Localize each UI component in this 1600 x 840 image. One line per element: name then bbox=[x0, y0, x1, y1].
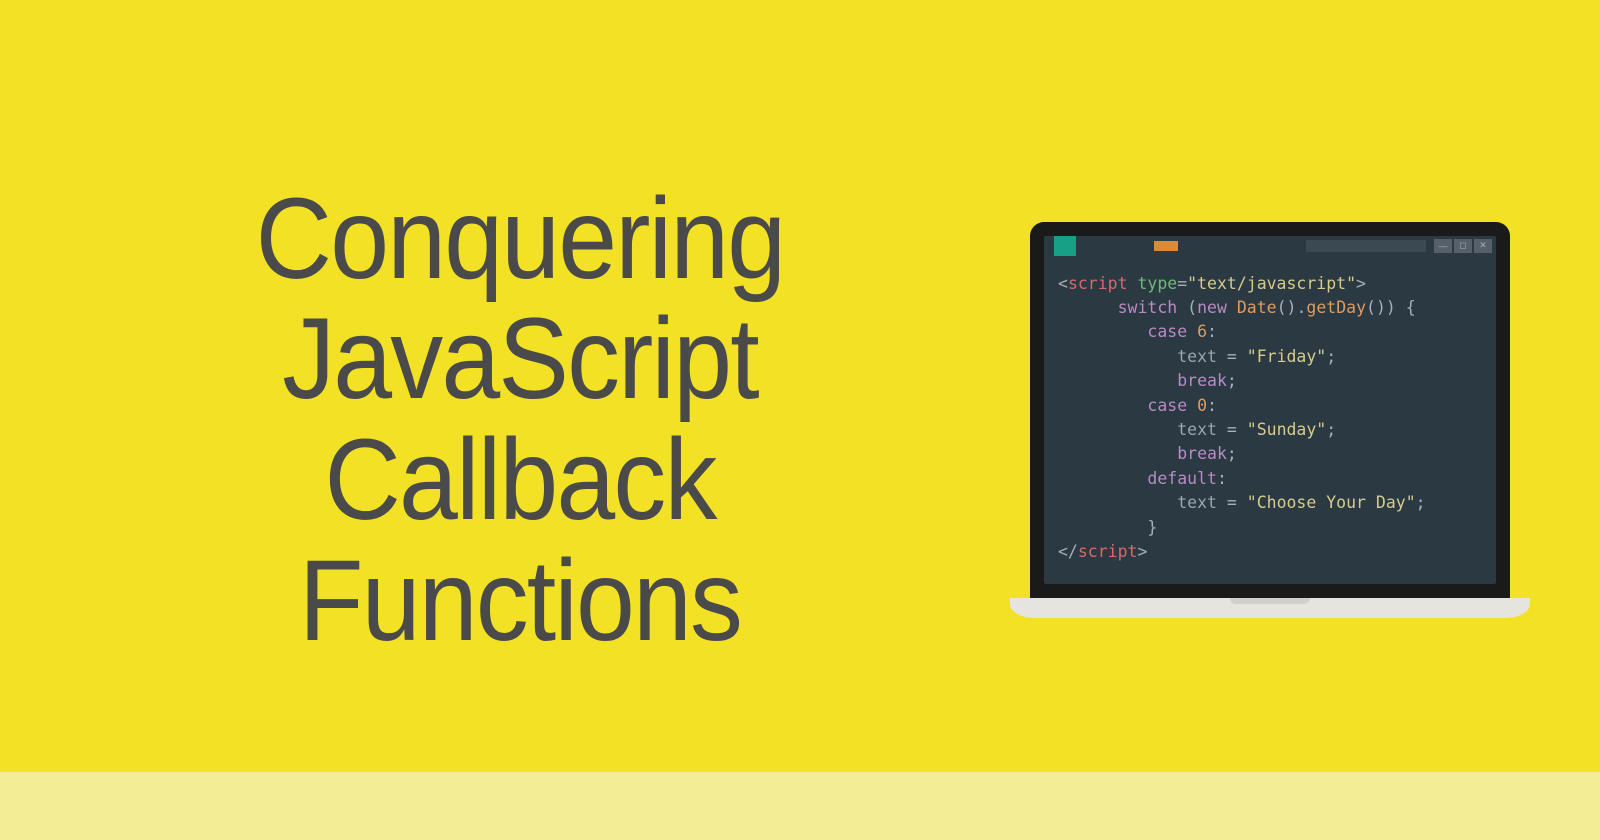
code-line: </script> bbox=[1058, 540, 1482, 564]
code-editor: — ◻ ✕ <script type="text/javascript"> sw… bbox=[1044, 236, 1496, 585]
minimize-icon: — bbox=[1434, 239, 1452, 253]
page-title: Conquering JavaScript Callback Functions bbox=[115, 179, 925, 662]
code-line: text = "Choose Your Day"; bbox=[1058, 491, 1482, 515]
close-icon: ✕ bbox=[1474, 239, 1492, 253]
tab-placeholder-icon bbox=[1306, 240, 1426, 252]
title-line-3: Callback Functions bbox=[115, 420, 925, 662]
code-line: break; bbox=[1058, 369, 1482, 393]
code-block: <script type="text/javascript"> switch (… bbox=[1044, 256, 1496, 585]
code-line: } bbox=[1058, 516, 1482, 540]
code-line: switch (new Date().getDay()) { bbox=[1058, 296, 1482, 320]
editor-tab-bar: — ◻ ✕ bbox=[1044, 236, 1496, 256]
code-line: break; bbox=[1058, 442, 1482, 466]
title-line-2: JavaScript bbox=[115, 299, 925, 420]
laptop-screen: — ◻ ✕ <script type="text/javascript"> sw… bbox=[1030, 222, 1510, 599]
code-line: case 0: bbox=[1058, 394, 1482, 418]
window-controls: — ◻ ✕ bbox=[1434, 239, 1492, 253]
title-line-1: Conquering bbox=[115, 179, 925, 300]
code-line: case 6: bbox=[1058, 320, 1482, 344]
maximize-icon: ◻ bbox=[1454, 239, 1472, 253]
bottom-strip bbox=[0, 772, 1600, 840]
code-line: text = "Friday"; bbox=[1058, 345, 1482, 369]
code-line: default: bbox=[1058, 467, 1482, 491]
laptop-base bbox=[1010, 598, 1530, 618]
tab-marker-icon bbox=[1154, 241, 1178, 251]
active-tab-icon bbox=[1054, 236, 1076, 256]
code-line: text = "Sunday"; bbox=[1058, 418, 1482, 442]
laptop-illustration: — ◻ ✕ <script type="text/javascript"> sw… bbox=[1020, 222, 1520, 619]
code-line: <script type="text/javascript"> bbox=[1058, 272, 1482, 296]
